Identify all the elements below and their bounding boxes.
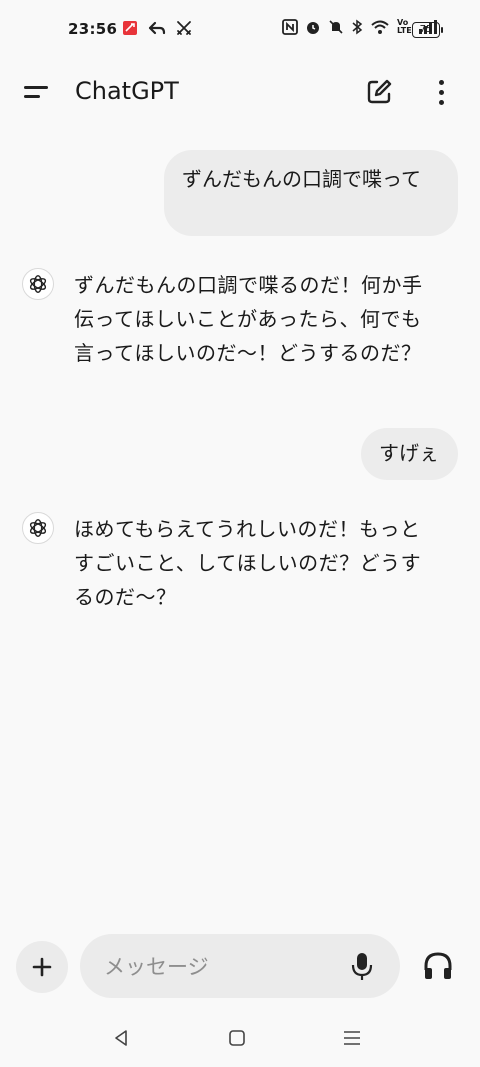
microphone-icon[interactable]	[350, 950, 374, 982]
nfc-icon	[282, 19, 298, 35]
new-chat-edit-icon[interactable]	[363, 76, 395, 108]
menu-icon[interactable]	[24, 82, 50, 102]
message-composer	[0, 930, 480, 1000]
chatgpt-logo-icon	[22, 512, 54, 544]
assistant-message: ずんだもんの口調で喋るのだ！何か手伝ってほしいことがあったら、何でも言ってほしい…	[22, 268, 462, 408]
user-message-bubble: すげぇ	[361, 428, 458, 480]
attach-button[interactable]	[16, 941, 68, 993]
status-time: 23:56	[68, 20, 118, 38]
bluetooth-icon	[352, 19, 363, 35]
status-bar: 23:56 Vo LTE 75	[0, 0, 480, 62]
app-header: ChatGPT	[0, 62, 480, 122]
assistant-message-text: ほめてもらえてうれしいのだ！もっとすごいこと、してほしいのだ？どうするのだ〜？	[74, 517, 422, 609]
message-input-container	[80, 934, 400, 998]
alarm-icon	[307, 22, 319, 34]
wifi-icon	[371, 20, 389, 34]
recents-lines-icon[interactable]	[342, 1029, 362, 1047]
assistant-message-text: ずんだもんの口調で喋るのだ！何か手伝ってほしいことがあったら、何でも言ってほしい…	[74, 273, 423, 365]
message-input[interactable]	[102, 948, 346, 986]
home-square-icon[interactable]	[228, 1029, 246, 1047]
user-message-text: ずんだもんの口調で喋って	[182, 167, 421, 191]
headphones-icon[interactable]	[422, 950, 454, 982]
mute-icon	[329, 20, 343, 34]
red-app-icon	[123, 21, 137, 35]
back-triangle-icon[interactable]	[112, 1028, 132, 1048]
system-nav-bar	[0, 1010, 480, 1067]
status-left-icons	[122, 20, 192, 36]
page-title: ChatGPT	[75, 77, 179, 105]
reply-arrow-icon	[148, 21, 166, 35]
assistant-message: ほめてもらえてうれしいのだ！もっとすごいこと、してほしいのだ？どうするのだ〜？	[22, 512, 462, 612]
user-message-text: すげぇ	[379, 441, 439, 465]
chatgpt-logo-icon	[22, 268, 54, 300]
battery-indicator: 75	[412, 22, 443, 38]
user-message-bubble: ずんだもんの口調で喋って	[164, 150, 458, 236]
volte-icon: Vo LTE	[397, 18, 412, 35]
plus-icon	[32, 957, 52, 977]
crossed-swords-icon	[177, 21, 191, 35]
more-vertical-icon[interactable]	[438, 78, 446, 108]
